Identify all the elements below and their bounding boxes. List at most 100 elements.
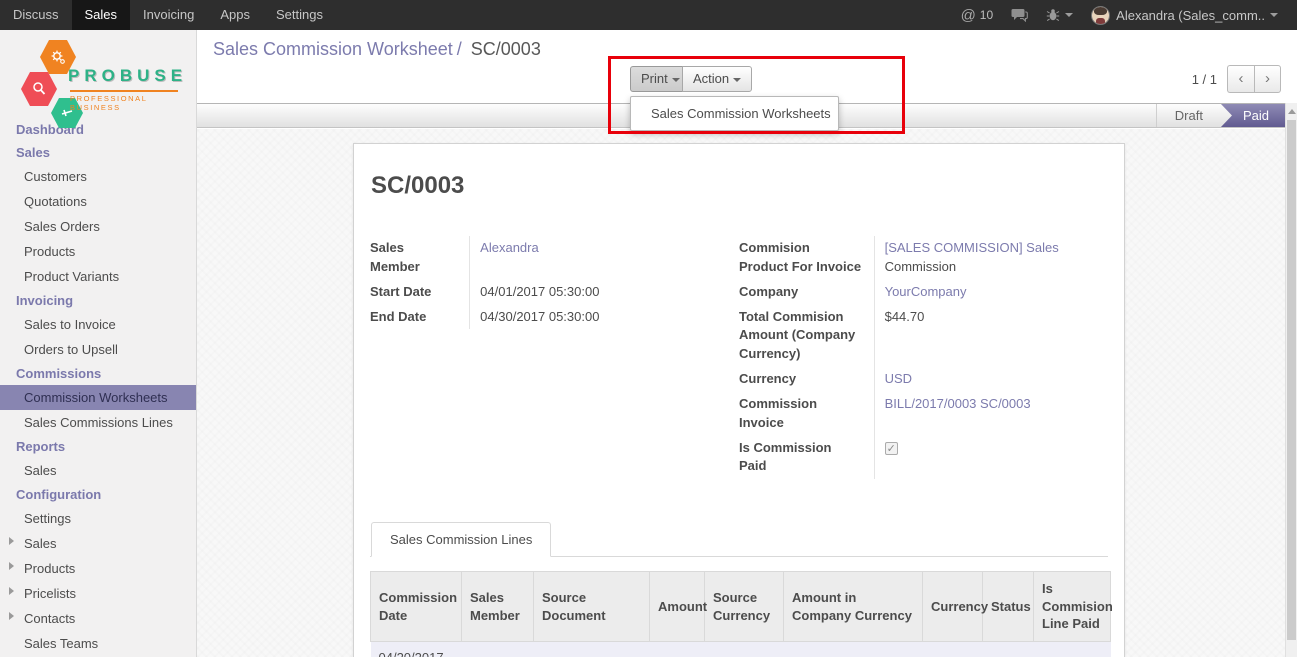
- print-button-label: Print: [641, 71, 668, 86]
- breadcrumb: Sales Commission Worksheet/ SC/0003: [213, 39, 541, 60]
- menu-invoicing[interactable]: Invoicing: [130, 0, 207, 30]
- field-label-commission-product: Commision Product For Invoice: [739, 236, 874, 280]
- sidebar-item-label: Sales: [24, 536, 57, 551]
- scrollbar-thumb[interactable]: [1287, 120, 1296, 640]
- record-title: SC/0003: [371, 172, 1108, 200]
- is-commission-paid-checkbox[interactable]: [885, 442, 898, 455]
- scroll-up-icon[interactable]: [1288, 109, 1296, 114]
- chevron-down-icon: [672, 78, 680, 82]
- avatar: [1091, 6, 1110, 25]
- sidebar-item-pricelists[interactable]: Pricelists: [0, 581, 196, 606]
- sidebar-section-sales[interactable]: Sales: [0, 141, 196, 164]
- field-value-end-date: 04/30/2017 05:30:00: [469, 305, 724, 330]
- field-value-currency[interactable]: USD: [885, 371, 912, 386]
- menu-sales[interactable]: Sales: [72, 0, 131, 30]
- field-label-currency: Currency: [739, 367, 874, 392]
- col-source-document[interactable]: Source Document: [534, 572, 650, 642]
- sidebar-section-commissions[interactable]: Commissions: [0, 362, 196, 385]
- topbar-spacer: [336, 0, 952, 30]
- table-header-row: Commission Date Sales Member Source Docu…: [371, 572, 1111, 642]
- tab-sales-commission-lines[interactable]: Sales Commission Lines: [371, 522, 551, 557]
- sidebar-item-settings[interactable]: Settings: [0, 506, 196, 531]
- col-is-commission-line-paid[interactable]: Is Commision Line Paid: [1034, 572, 1111, 642]
- sidebar-item-reports-sales[interactable]: Sales: [0, 458, 196, 483]
- sidebar-item-sales-teams[interactable]: Sales Teams: [0, 631, 196, 656]
- sidebar-section-invoicing[interactable]: Invoicing: [0, 289, 196, 312]
- expand-arrow-icon: [9, 537, 14, 545]
- cell-commission-date: 04/20/2017 05:30:00: [371, 641, 462, 657]
- breadcrumb-parent-link[interactable]: Sales Commission Worksheet: [213, 39, 453, 59]
- sidebar-item-products[interactable]: Products: [0, 239, 196, 264]
- menu-discuss[interactable]: Discuss: [0, 0, 72, 30]
- col-source-currency[interactable]: Source Currency: [705, 572, 784, 642]
- sidebar-item-commission-worksheets[interactable]: Commission Worksheets: [0, 385, 196, 410]
- user-menu[interactable]: Alexandra (Sales_comm..: [1091, 6, 1278, 25]
- notebook: Sales Commission Lines Commission Date S…: [370, 521, 1108, 657]
- expand-arrow-icon: [9, 587, 14, 595]
- pager-counter: 1 / 1: [1192, 72, 1217, 87]
- menu-item-sales-commission-worksheets[interactable]: Sales Commission Worksheets: [631, 101, 838, 126]
- sidebar-item-dashboard[interactable]: Dashboard: [0, 118, 196, 141]
- field-label-sales-member: Sales Member: [370, 236, 469, 280]
- sidebar-item-label: Products: [24, 561, 75, 576]
- mention-count: 10: [980, 8, 993, 22]
- mentions-button[interactable]: @ 10: [961, 7, 994, 24]
- expand-arrow-icon: [9, 612, 14, 620]
- pager: 1 / 1 ‹ ›: [1192, 65, 1281, 93]
- col-sales-member[interactable]: Sales Member: [462, 572, 534, 642]
- action-button[interactable]: Action: [682, 66, 752, 92]
- debug-menu-button[interactable]: [1046, 8, 1073, 22]
- sidebar-section-reports[interactable]: Reports: [0, 435, 196, 458]
- field-label-end-date: End Date: [370, 305, 469, 330]
- menu-apps[interactable]: Apps: [207, 0, 263, 30]
- field-value-sales-member[interactable]: Alexandra: [480, 240, 539, 255]
- field-groups: Sales Member Alexandra Start Date 04/01/…: [370, 236, 1108, 479]
- chat-bubble-icon: [1011, 8, 1028, 22]
- field-label-company: Company: [739, 280, 874, 305]
- bug-icon: [1046, 8, 1060, 22]
- col-amount[interactable]: Amount: [650, 572, 705, 642]
- field-label-total-commission-amount: Total Commision Amount (Company Currency…: [739, 305, 874, 368]
- col-currency[interactable]: Currency: [923, 572, 983, 642]
- logo-hexagon-magnifier-icon: [21, 72, 57, 106]
- messages-button[interactable]: [1011, 8, 1028, 22]
- field-value-commission-invoice[interactable]: BILL/2017/0003 SC/0003: [885, 396, 1031, 411]
- col-amount-company-currency[interactable]: Amount in Company Currency: [784, 572, 923, 642]
- company-logo[interactable]: PROBUSE PROFESSIONAL BUSINESS: [0, 30, 196, 118]
- status-draft[interactable]: Draft: [1156, 104, 1221, 127]
- top-navbar: Discuss Sales Invoicing Apps Settings @ …: [0, 0, 1297, 30]
- sidebar-item-config-sales[interactable]: Sales: [0, 531, 196, 556]
- field-value-commission-product-link[interactable]: [SALES COMMISSION] Sales: [885, 240, 1059, 255]
- field-value-company[interactable]: YourCompany: [885, 284, 967, 299]
- sidebar-item-orders-to-upsell[interactable]: Orders to Upsell: [0, 337, 196, 362]
- sidebar-item-contacts[interactable]: Contacts: [0, 606, 196, 631]
- col-status[interactable]: Status: [983, 572, 1034, 642]
- sidebar-item-config-products[interactable]: Products: [0, 556, 196, 581]
- breadcrumb-separator: /: [453, 39, 466, 59]
- vertical-scrollbar[interactable]: [1285, 103, 1297, 657]
- sidebar-item-customers[interactable]: Customers: [0, 164, 196, 189]
- cell-amount: $ 7.50: [650, 641, 705, 657]
- pager-next-button[interactable]: ›: [1254, 65, 1281, 93]
- form-sheet: SC/0003 Sales Member Alexandra Start Dat…: [353, 143, 1125, 657]
- field-label-start-date: Start Date: [370, 280, 469, 305]
- menu-settings[interactable]: Settings: [263, 0, 336, 30]
- sidebar-item-sales-to-invoice[interactable]: Sales to Invoice: [0, 312, 196, 337]
- field-label-commission-invoice: Commission Invoice: [739, 392, 874, 436]
- sidebar-section-configuration[interactable]: Configuration: [0, 483, 196, 506]
- field-label-is-commission-paid: Is Commission Paid: [739, 436, 874, 480]
- sidebar-item-sales-orders[interactable]: Sales Orders: [0, 214, 196, 239]
- sidebar-item-label: Contacts: [24, 611, 75, 626]
- chevron-down-icon: [733, 78, 741, 82]
- status-paid-badge: Paid: [1221, 104, 1285, 127]
- pager-previous-button[interactable]: ‹: [1227, 65, 1254, 93]
- sidebar-item-product-variants[interactable]: Product Variants: [0, 264, 196, 289]
- cell-source-document: CUST.IN/2017/0001: [534, 641, 650, 657]
- sidebar-item-sales-commissions-lines[interactable]: Sales Commissions Lines: [0, 410, 196, 435]
- col-commission-date[interactable]: Commission Date: [371, 572, 462, 642]
- cell-currency: USD: [923, 641, 983, 657]
- sidebar-item-quotations[interactable]: Quotations: [0, 189, 196, 214]
- app-window: Discuss Sales Invoicing Apps Settings @ …: [0, 0, 1297, 657]
- table-row[interactable]: 04/20/2017 05:30:00 Alexandra CUST.IN/20…: [371, 641, 1111, 657]
- chevron-down-icon: [1270, 13, 1278, 17]
